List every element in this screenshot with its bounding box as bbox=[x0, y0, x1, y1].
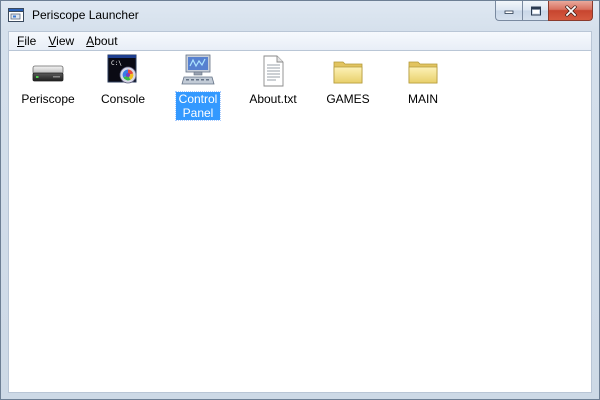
folder-icon bbox=[333, 61, 363, 84]
desktop-icon-label: Control Panel bbox=[175, 91, 221, 121]
menu-bar: File View About bbox=[8, 31, 592, 50]
close-button[interactable] bbox=[548, 1, 593, 21]
close-icon bbox=[564, 5, 577, 16]
maximize-icon bbox=[530, 6, 541, 15]
desktop-icon-periscope[interactable]: Periscope bbox=[11, 54, 85, 108]
svg-text:C:\: C:\ bbox=[111, 60, 122, 67]
desktop-icon-label: Periscope bbox=[21, 92, 75, 106]
menu-file-label: ile bbox=[24, 34, 37, 48]
window-title: Periscope Launcher bbox=[32, 8, 139, 22]
desktop-icon-label: Console bbox=[100, 92, 146, 106]
menu-view[interactable]: View bbox=[42, 32, 80, 50]
minimize-icon bbox=[504, 10, 514, 14]
app-window: Periscope Launcher File View About Peris… bbox=[0, 0, 600, 400]
desktop-icon-games[interactable]: GAMES bbox=[311, 54, 385, 108]
menu-view-label: iew bbox=[56, 34, 75, 48]
control-panel-icon bbox=[181, 54, 215, 85]
desktop-icon-control-panel[interactable]: Control Panel bbox=[161, 54, 235, 122]
text-file-icon bbox=[263, 55, 284, 87]
menu-view-mnemonic: V bbox=[48, 34, 57, 48]
minimize-button[interactable] bbox=[495, 1, 522, 21]
app-icon[interactable] bbox=[8, 7, 25, 24]
folder-icon bbox=[408, 61, 438, 84]
maximize-button[interactable] bbox=[522, 1, 548, 21]
desktop-icon-about-txt[interactable]: About.txt bbox=[236, 54, 310, 108]
menu-about-mnemonic: A bbox=[86, 34, 95, 48]
desktop-icon-label: About.txt bbox=[249, 92, 297, 106]
console-icon: C:\ bbox=[107, 54, 137, 84]
caption-buttons bbox=[495, 1, 593, 22]
menu-file[interactable]: File bbox=[11, 32, 42, 50]
desktop-icon-main[interactable]: MAIN bbox=[386, 54, 460, 108]
menu-about[interactable]: About bbox=[80, 32, 123, 50]
drive-icon bbox=[32, 65, 64, 82]
desktop-icon-label: GAMES bbox=[326, 92, 370, 106]
menu-about-label: bout bbox=[94, 34, 118, 48]
desktop-icon-console[interactable]: C:\ Console bbox=[86, 54, 160, 108]
desktop-icon-label: MAIN bbox=[408, 92, 438, 106]
icon-view[interactable]: Periscope C:\ Console Control Panel Abou… bbox=[8, 50, 592, 393]
title-bar[interactable]: Periscope Launcher bbox=[1, 1, 599, 31]
